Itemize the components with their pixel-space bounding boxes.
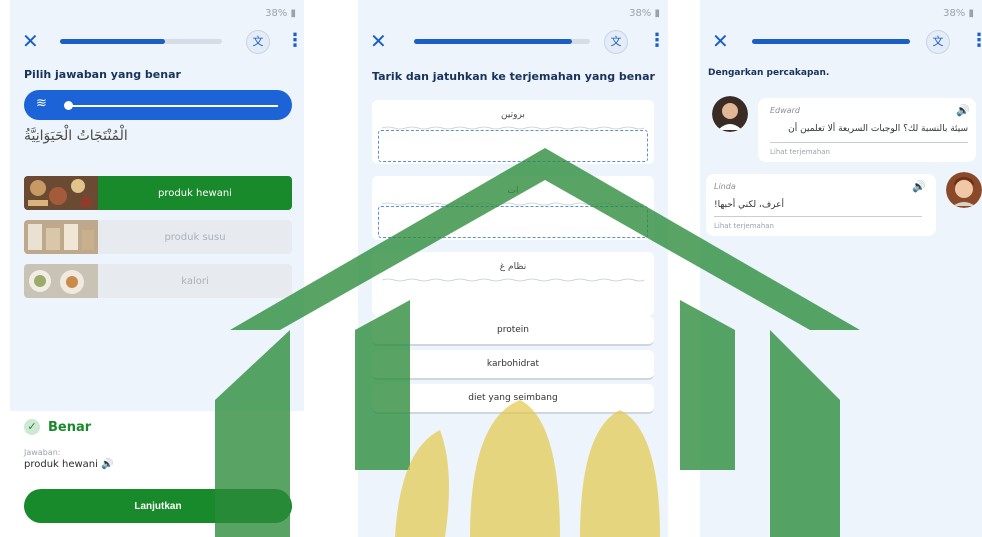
audio-slider-knob[interactable] (64, 101, 73, 110)
screen-multiple-choice: 38% ▮ ✕ 文 ⋮ Pilih jawaban yang benar ≋ ا… (10, 0, 304, 537)
close-icon[interactable]: ✕ (712, 28, 729, 54)
answer-value: produk hewani 🔊 (24, 459, 114, 470)
close-icon[interactable]: ✕ (22, 28, 39, 54)
lesson-progress-bar (752, 39, 910, 44)
meal-image (24, 264, 98, 298)
lesson-progress-bar (414, 39, 590, 44)
message-bubble-edward: Edward 🔊 سيئة بالنسبة لك؟ الوجبات السريع… (758, 98, 976, 162)
lesson-topbar: ✕ 文 ⋮ (700, 28, 982, 54)
message-divider (714, 216, 922, 217)
translate-icon[interactable]: 文 (246, 30, 270, 54)
wavy-divider (382, 278, 644, 282)
progress-fill (414, 39, 573, 44)
see-translation-link[interactable]: Lihat terjemahan (714, 222, 774, 230)
audio-player[interactable]: ≋ (24, 90, 292, 120)
message-bubble-linda: Linda 🔊 أعرف، لكني أحبها! Lihat terjemah… (706, 174, 936, 236)
question-word: الْمُنْتَجَاتُ الْحَيَوَانِيَّةُ (24, 128, 128, 144)
avatar-edward (712, 96, 748, 132)
drop-card: ات (372, 176, 654, 240)
more-vert-icon[interactable]: ⋮ (286, 28, 304, 54)
continue-button[interactable]: Lanjutkan (24, 489, 292, 523)
screen-conversation: 38% ▮ ✕ 文 ⋮ Dengarkan percakapan. Edward… (700, 0, 982, 537)
answer-chip[interactable]: protein (372, 316, 654, 346)
instruction-text: Tarik dan jatuhkan ke terjemahan yang be… (372, 70, 655, 83)
screen-drag-drop: 38% ▮ ✕ 文 ⋮ Tarik dan jatuhkan ke terjem… (358, 0, 668, 537)
option-label: produk hewani (158, 187, 232, 199)
feedback-panel: ✓ Benar Jawaban: produk hewani 🔊 Lanjutk… (10, 411, 304, 537)
answer-chip[interactable]: diet yang seimbang (372, 384, 654, 414)
more-vert-icon[interactable]: ⋮ (970, 28, 982, 54)
arabic-word: بروتين (501, 110, 525, 120)
instruction-text: Pilih jawaban yang benar (24, 68, 181, 81)
message-divider (770, 142, 968, 143)
avatar-linda (946, 172, 982, 208)
audio-track[interactable] (72, 105, 278, 107)
audio-wave-icon[interactable]: ≋ (36, 96, 47, 111)
dairy-image (24, 220, 98, 254)
speaker-icon[interactable]: 🔊 (101, 459, 113, 470)
arabic-word: ات (507, 186, 519, 196)
instruction-text: Dengarkan percakapan. (708, 68, 830, 78)
food-image (24, 176, 98, 210)
speaker-name: Edward (770, 106, 800, 115)
drop-zone[interactable] (378, 130, 648, 162)
message-text: سيئة بالنسبة لك؟ الوجبات السريعة ألا تعل… (788, 124, 968, 134)
translate-icon[interactable]: 文 (926, 30, 950, 54)
battery-status: 38% ▮ (265, 8, 296, 19)
feedback-title: Benar (48, 420, 92, 435)
translate-icon[interactable]: 文 (604, 30, 628, 54)
lesson-progress-bar (60, 39, 222, 44)
close-icon[interactable]: ✕ (370, 28, 387, 54)
option-kalori[interactable]: kalori (24, 264, 292, 298)
answer-label: Jawaban: (24, 448, 61, 457)
speaker-icon[interactable]: 🔊 (912, 180, 926, 193)
progress-fill (752, 39, 910, 44)
lesson-topbar: ✕ 文 ⋮ (358, 28, 668, 54)
drop-zone[interactable] (378, 206, 648, 238)
arabic-word: نظام غ (499, 262, 527, 272)
check-icon: ✓ (24, 419, 40, 435)
more-vert-icon[interactable]: ⋮ (648, 28, 666, 54)
option-label: kalori (181, 275, 209, 287)
option-produk-hewani[interactable]: produk hewani (24, 176, 292, 210)
speaker-icon[interactable]: 🔊 (956, 104, 970, 117)
answer-chip[interactable]: karbohidrat (372, 350, 654, 380)
progress-fill (60, 39, 166, 44)
see-translation-link[interactable]: Lihat terjemahan (770, 148, 830, 156)
option-produk-susu[interactable]: produk susu (24, 220, 292, 254)
message-text: أعرف، لكني أحبها! (714, 200, 785, 210)
lesson-topbar: ✕ 文 ⋮ (10, 28, 304, 54)
option-label: produk susu (164, 231, 226, 243)
battery-status: 38% ▮ (629, 8, 660, 19)
drop-card: بروتين (372, 100, 654, 164)
drop-card: نظام غ (372, 252, 654, 316)
speaker-name: Linda (714, 182, 736, 191)
battery-status: 38% ▮ (943, 8, 974, 19)
